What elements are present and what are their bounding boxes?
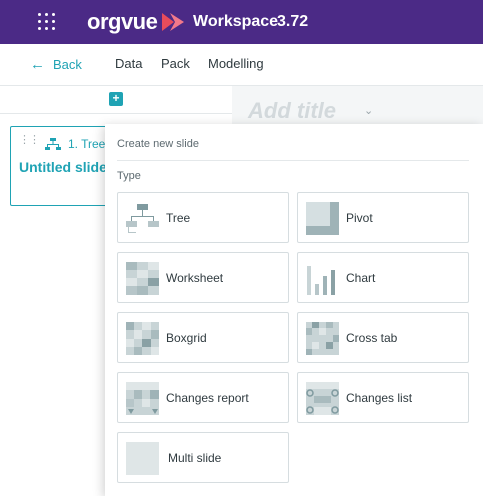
option-label: Pivot [346, 211, 373, 225]
chevron-down-icon[interactable]: ⌄ [364, 104, 373, 117]
tree-icon [126, 204, 159, 233]
slide-title-input[interactable]: Add title [248, 98, 336, 124]
changes-report-icon [126, 382, 159, 415]
option-tree[interactable]: Tree [117, 192, 289, 243]
workspace-label: Workspace [193, 13, 279, 30]
app-header: orgvue Workspace 3.72 [0, 0, 483, 44]
option-label: Tree [166, 211, 191, 225]
divider [117, 160, 469, 161]
option-label: Boxgrid [166, 331, 207, 345]
app-launcher-icon[interactable] [37, 12, 57, 32]
slide-panel-toolbar: + [0, 86, 232, 114]
option-changes-list[interactable]: Changes list [297, 372, 469, 423]
tree-icon [45, 138, 61, 150]
option-label: Changes report [166, 391, 249, 405]
slide-type-label: 1. Tree [68, 137, 106, 151]
option-boxgrid[interactable]: Boxgrid [117, 312, 289, 363]
option-label: Cross tab [346, 331, 398, 345]
back-label: Back [53, 57, 82, 72]
option-label: Multi slide [168, 451, 222, 465]
option-label: Changes list [346, 391, 413, 405]
slide-name: Untitled slide [19, 159, 107, 175]
changes-list-icon [306, 382, 339, 415]
slide-card[interactable]: ⋮⋮ 1. Tree Untitled slide [10, 126, 120, 206]
nav-bar: ← Back Data Pack Modelling [0, 44, 483, 86]
arrow-left-icon: ← [30, 56, 45, 73]
drag-handle-icon[interactable]: ⋮⋮ [19, 135, 40, 146]
create-slide-menu: Create new slide Type Tree Pivot Workshe… [105, 124, 483, 496]
worksheet-icon [126, 262, 159, 295]
option-pivot[interactable]: Pivot [297, 192, 469, 243]
option-worksheet[interactable]: Worksheet [117, 252, 289, 303]
option-chart[interactable]: Chart [297, 252, 469, 303]
multi-slide-icon [126, 442, 159, 475]
add-slide-button[interactable]: + [109, 92, 123, 106]
nav-item-modelling[interactable]: Modelling [208, 56, 264, 71]
nav-item-pack[interactable]: Pack [161, 56, 190, 71]
menu-header: Create new slide [117, 138, 199, 150]
version-label: 3.72 [277, 13, 309, 30]
boxgrid-icon [126, 322, 159, 355]
option-changes-report[interactable]: Changes report [117, 372, 289, 423]
option-cross-tab[interactable]: Cross tab [297, 312, 469, 363]
app-logo-text: orgvue [87, 9, 158, 34]
logo-mark-icon [162, 13, 184, 31]
option-multi-slide[interactable]: Multi slide [117, 432, 289, 483]
chart-icon [307, 266, 335, 295]
type-label: Type [117, 170, 141, 182]
option-label: Chart [346, 271, 376, 285]
pivot-icon [306, 202, 339, 235]
nav-item-data[interactable]: Data [115, 56, 142, 71]
back-button[interactable]: ← Back [30, 56, 82, 73]
cross-tab-icon [306, 322, 339, 355]
option-label: Worksheet [166, 271, 224, 285]
